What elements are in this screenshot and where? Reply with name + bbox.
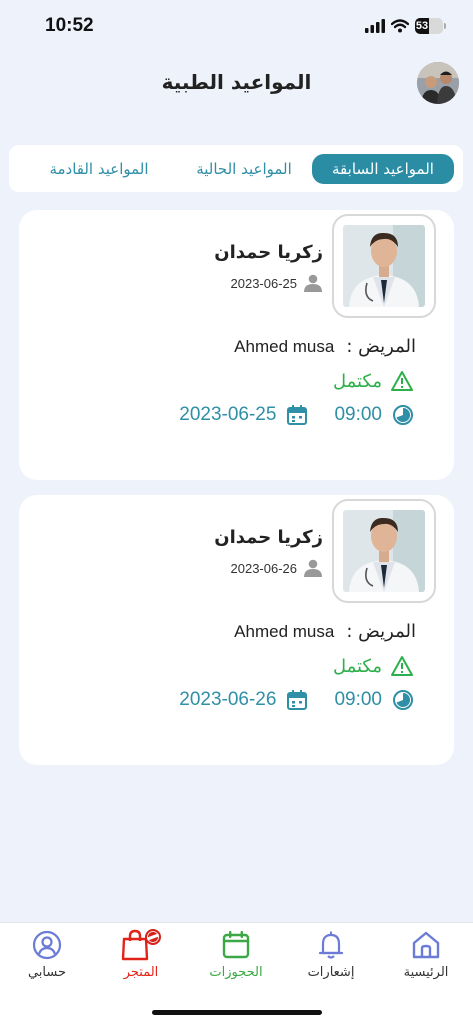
status-row: مكتمل xyxy=(333,655,414,677)
patient-label: المريض : xyxy=(346,621,416,642)
avatar[interactable] xyxy=(417,62,459,104)
doctor-name: زكريا حمدان xyxy=(214,527,323,548)
nav-notifications[interactable]: إشعارات xyxy=(291,929,371,980)
datetime-row: 2023-06-25 09:00 xyxy=(179,404,414,426)
clock-icon xyxy=(393,690,413,710)
warning-icon xyxy=(391,656,413,676)
bottom-nav: الرئيسية إشعارات الحجوزات المتجر حسابي xyxy=(0,922,473,1024)
nav-account[interactable]: حسابي xyxy=(7,929,87,980)
status-text: مكتمل xyxy=(332,370,382,392)
patient-name: Ahmed musa xyxy=(234,336,335,356)
doctor-photo-frame xyxy=(332,214,436,318)
doctor-photo xyxy=(343,510,425,592)
nav-home[interactable]: الرئيسية xyxy=(386,929,466,980)
nav-store[interactable]: المتجر xyxy=(101,929,181,980)
patient-row: Ahmed musa المريض : xyxy=(234,336,416,357)
page-title: المواعيد الطبية xyxy=(161,70,312,94)
doctor-name: زكريا حمدان xyxy=(214,242,323,263)
doctor-photo-frame xyxy=(332,499,436,603)
appointment-time: 09:00 xyxy=(334,689,382,710)
booking-date-row: 2023-06-26 xyxy=(231,559,324,577)
datetime-row: 2023-06-26 09:00 xyxy=(179,689,414,711)
shopping-bag-icon xyxy=(121,929,161,961)
appointment-card[interactable]: زكريا حمدان 2023-06-25 Ahmed musa المريض… xyxy=(19,210,454,480)
appointment-card[interactable]: زكريا حمدان 2023-06-26 Ahmed musa المريض… xyxy=(19,495,454,765)
nav-notifications-label: إشعارات xyxy=(307,965,355,980)
booking-date: 2023-06-26 xyxy=(230,560,298,576)
status-text: مكتمل xyxy=(332,655,382,677)
person-icon xyxy=(304,274,322,292)
booking-date-row: 2023-06-25 xyxy=(231,274,324,292)
patient-row: Ahmed musa المريض : xyxy=(234,621,416,642)
patient-label: المريض : xyxy=(346,336,416,357)
status-bar: 10:52 53 xyxy=(0,0,473,54)
doctor-photo xyxy=(343,225,425,307)
nav-store-label: المتجر xyxy=(123,965,159,980)
appointment-date: 2023-06-25 xyxy=(179,404,277,425)
calendar-icon xyxy=(287,690,308,710)
nav-bookings[interactable]: الحجوزات xyxy=(196,929,276,980)
nav-home-label: الرئيسية xyxy=(403,965,449,980)
tab-current-appointments[interactable]: المواعيد الحالية xyxy=(179,154,309,184)
tab-previous-appointments[interactable]: المواعيد السابقة xyxy=(312,154,454,184)
home-icon xyxy=(412,931,440,959)
bell-icon xyxy=(318,931,344,959)
battery-icon: 53 xyxy=(415,18,446,34)
status-time: 10:52 xyxy=(45,15,94,36)
tab-upcoming-appointments[interactable]: المواعيد القادمة xyxy=(29,154,169,184)
warning-icon xyxy=(391,371,413,391)
tab-bar: المواعيد السابقة المواعيد الحالية المواع… xyxy=(9,145,463,192)
appointment-time: 09:00 xyxy=(334,404,382,425)
clock-icon xyxy=(393,405,413,425)
user-circle-icon xyxy=(32,930,62,960)
wifi-icon xyxy=(391,19,409,33)
status-row: مكتمل xyxy=(333,370,414,392)
battery-level: 53 xyxy=(415,18,429,34)
signal-icon xyxy=(365,19,385,33)
nav-account-label: حسابي xyxy=(27,965,67,980)
calendar-icon xyxy=(287,405,308,425)
booking-date: 2023-06-25 xyxy=(230,275,298,291)
calendar-icon xyxy=(222,931,250,959)
person-icon xyxy=(304,559,322,577)
patient-name: Ahmed musa xyxy=(234,621,335,641)
header: المواعيد الطبية xyxy=(0,60,473,108)
nav-bookings-label: الحجوزات xyxy=(209,965,263,980)
appointment-date: 2023-06-26 xyxy=(179,689,277,710)
home-indicator xyxy=(152,1010,322,1015)
status-icons: 53 xyxy=(365,18,446,34)
